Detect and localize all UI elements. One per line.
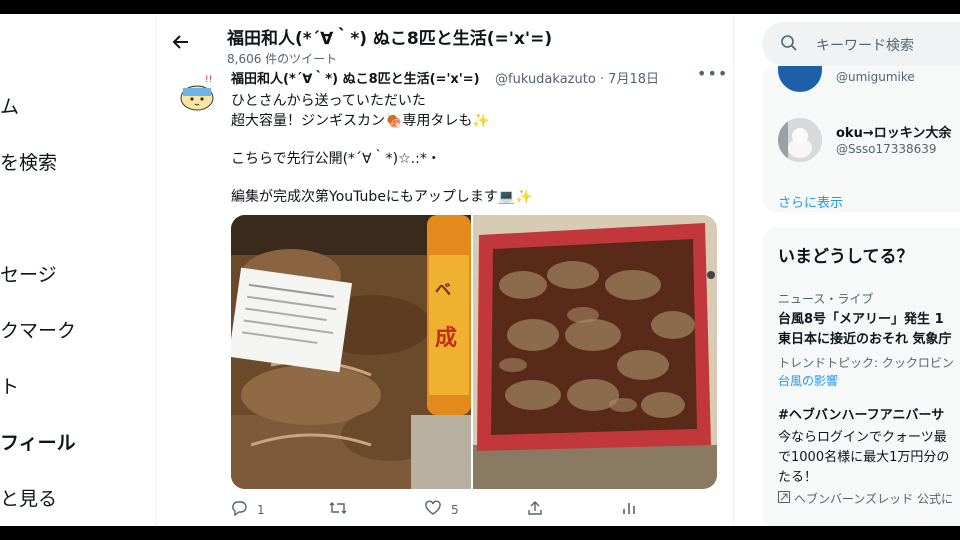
back-arrow-icon[interactable]: [171, 32, 191, 57]
left-nav: ム を検索 セージ クマーク ト フィール と見る: [0, 14, 156, 526]
follow-user-handle: @Ssso17338639: [836, 142, 937, 156]
profile-title: 福田和人(*´∀｀*) ぬこ8匹と生活(='x'=): [227, 29, 553, 49]
follow-handle-partial: @umigumike: [836, 70, 915, 84]
search-icon: [780, 34, 798, 56]
retweet-button[interactable]: [329, 500, 357, 519]
nav-item-bookmarks[interactable]: クマーク: [0, 316, 76, 343]
reply-button[interactable]: 1: [231, 500, 265, 519]
like-button[interactable]: 5: [425, 500, 459, 519]
trends-title: いまどうしてる？: [778, 247, 914, 267]
trend-headline[interactable]: 東日本に接近のおそれ 気象庁: [778, 328, 952, 347]
photo-cooked-meat[interactable]: [473, 215, 717, 489]
tweet-count: 8,606 件のツイート: [227, 52, 338, 66]
promo-text: たる！: [778, 470, 818, 485]
main-column: 福田和人(*´∀｀*) ぬこ8匹と生活(='x'=) 8,606 件のツイート …: [156, 14, 734, 526]
tweet-text-line: ひとさんから送っていただいた: [231, 93, 426, 109]
search-input[interactable]: キーワード検索: [816, 35, 914, 55]
retweet-icon: [329, 500, 347, 519]
reply-icon: [231, 500, 247, 519]
like-count: 5: [451, 502, 459, 517]
search-box[interactable]: キーワード検索: [762, 22, 960, 66]
promoted-icon: [778, 491, 790, 506]
avatar[interactable]: !!: [175, 70, 219, 114]
trend-hashtag[interactable]: #ヘブバンハーフアニバーサ: [778, 404, 944, 423]
photo-meat-package[interactable]: ベ 成: [231, 215, 471, 489]
trend-context: トレンドトピック: クックロビン: [778, 356, 954, 370]
avatar[interactable]: [778, 118, 822, 162]
tweet-author-name[interactable]: 福田和人(*´∀｀*) ぬこ8匹と生活(='x'=): [231, 68, 480, 87]
nav-item-home[interactable]: ム: [0, 92, 19, 119]
svg-text:ベ: ベ: [435, 280, 451, 299]
tweet-handle-date[interactable]: @fukudakazuto · 7月18日: [495, 68, 659, 87]
tweet-text-line: 超大容量！ジンギスカン🍖専用タレも✨: [231, 113, 490, 129]
nav-item-more[interactable]: と見る: [0, 484, 57, 511]
tweet-media[interactable]: ベ 成: [231, 215, 717, 489]
reply-count: 1: [257, 502, 265, 517]
tweet-text-line: こちらで先行公開(*´∀｀*)☆.:*・: [231, 151, 441, 167]
tweet-text-line: 編集が完成次第YouTubeにもアップします💻✨: [231, 189, 533, 205]
svg-text:成: 成: [435, 326, 457, 351]
nav-item-explore[interactable]: を検索: [0, 148, 57, 175]
twitter-profile-screen: ム を検索 セージ クマーク ト フィール と見る 福田和人(*´∀｀*) ぬこ…: [0, 14, 960, 526]
analytics-button[interactable]: [621, 500, 637, 519]
tweet-actions: 1 5: [231, 500, 717, 522]
promoted-by[interactable]: ヘブンバーンズレッド 公式に: [778, 490, 953, 507]
who-to-follow-card: @umigumike oku→ロッキン大余 @Ssso17338639 さらに表…: [762, 66, 960, 212]
nav-item-messages[interactable]: セージ: [0, 260, 57, 287]
heart-icon: [425, 500, 441, 519]
follow-user-name[interactable]: oku→ロッキン大余: [836, 122, 951, 141]
share-icon: [527, 500, 543, 519]
nav-item-lists[interactable]: ト: [0, 372, 19, 399]
promo-text: で1000名様に最大1万円分の: [778, 450, 950, 465]
nav-item-profile[interactable]: フィール: [0, 428, 76, 455]
more-options-icon[interactable]: •••: [697, 64, 728, 83]
analytics-icon: [621, 500, 637, 519]
show-more-link[interactable]: さらに表示: [778, 192, 843, 211]
avatar[interactable]: [778, 66, 822, 92]
trends-card: いまどうしてる？ ニュース・ライブ 台風8号「メアリー」発生 1 東日本に接近の…: [762, 228, 960, 526]
trend-link[interactable]: 台風の影響: [778, 372, 838, 389]
promo-text: 今ならログインでクォーツ最: [778, 430, 947, 445]
svg-text:!!: !!: [205, 75, 212, 85]
promoted-by-label: ヘブンバーンズレッド 公式に: [794, 492, 953, 506]
right-sidebar: @umigumike oku→ロッキン大余 @Ssso17338639 さらに表…: [762, 14, 960, 526]
trend-context: ニュース・ライブ: [778, 292, 874, 306]
trend-headline[interactable]: 台風8号「メアリー」発生 1: [778, 308, 944, 327]
share-button[interactable]: [527, 500, 543, 519]
